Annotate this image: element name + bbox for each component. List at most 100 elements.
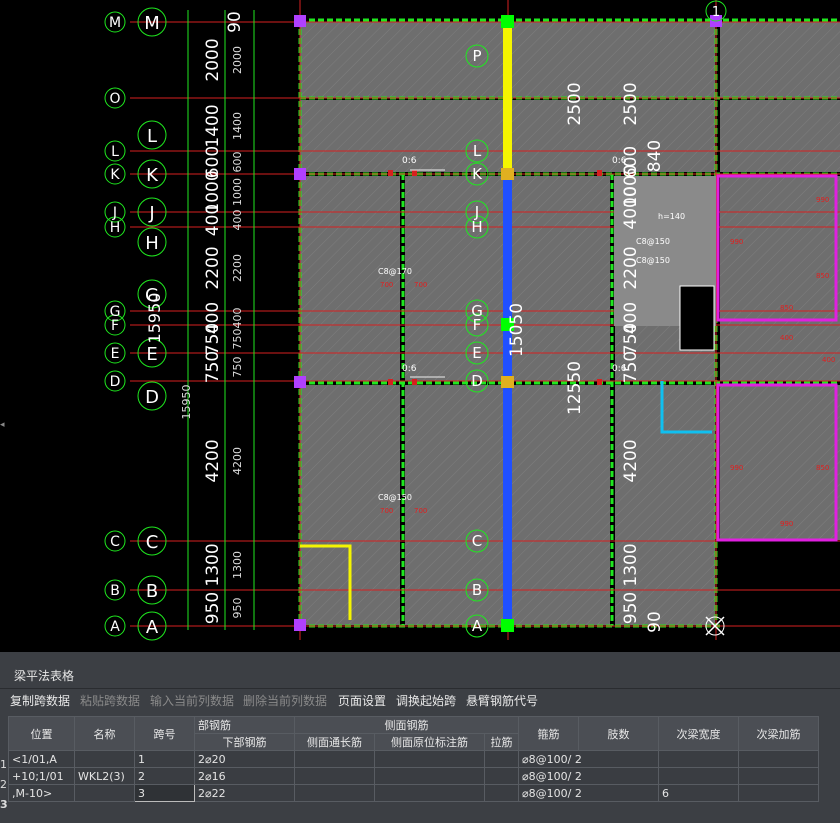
row-number[interactable]: 2 <box>0 778 7 791</box>
cell-stirrup[interactable]: ⌀8@100/ 2 <box>518 767 659 785</box>
dimension-text: 1400 <box>203 104 223 147</box>
cell-tie[interactable] <box>484 750 519 768</box>
axis-label: C <box>472 532 482 550</box>
dimension-text: 2000 <box>203 38 223 81</box>
bar-note: 0:6 <box>402 156 417 166</box>
axis-circle-label: D <box>145 387 159 408</box>
beam-table: 位置 名称 跨号 部钢筋 侧面钢筋 箍筋 肢数 次梁宽度 次梁加筋 下部钢筋 侧… <box>8 716 819 802</box>
axis-label: B <box>110 583 120 599</box>
row-number[interactable]: 3 <box>0 798 8 811</box>
cell-sec-width[interactable]: 6 <box>658 784 739 802</box>
cell-name[interactable] <box>74 784 135 802</box>
axis-label: L <box>111 144 119 160</box>
right-mark: 990 <box>730 238 743 246</box>
axis-label: K <box>110 167 120 183</box>
axis-circle-label: C <box>146 532 159 553</box>
cell-sec-width[interactable] <box>658 750 739 768</box>
bar-note: 0:6 <box>612 364 627 374</box>
cell-position[interactable]: +10;1/01 <box>8 767 75 785</box>
header-stirrup[interactable]: 箍筋 <box>518 716 579 751</box>
axis-label: B <box>472 581 482 599</box>
dimension-text: 400 <box>203 204 223 236</box>
cell-stirrup[interactable]: ⌀8@100/ 2 <box>518 750 659 768</box>
dimension-text: 90 <box>225 11 245 33</box>
total-dimension: 15950 <box>145 293 164 344</box>
axis-circle-label: E <box>146 344 157 365</box>
cell-side-through[interactable] <box>294 784 375 802</box>
slab-rebar-note: C8@150 <box>636 237 670 246</box>
axis-label: F <box>111 318 119 334</box>
cell-span[interactable]: 1 <box>134 750 195 768</box>
axis-label: F <box>473 316 482 334</box>
cell-sec-width[interactable] <box>658 767 739 785</box>
cell-side-mark[interactable] <box>374 784 485 802</box>
delete-column-button[interactable]: 删除当前列数据 <box>243 692 327 709</box>
axis-circle-label: J <box>148 203 154 224</box>
header-name[interactable]: 名称 <box>74 716 135 751</box>
total-dimension: 15950 <box>180 385 193 420</box>
header-bottom-bar[interactable]: 下部钢筋 <box>194 733 295 751</box>
right-mark: 990 <box>816 196 829 204</box>
header-sec-add[interactable]: 次梁加筋 <box>738 716 819 751</box>
dimension-text: 400 <box>231 210 244 231</box>
dimension-text: 1300 <box>231 551 244 579</box>
cad-drawing-canvas[interactable]: M O L K J H G F E D C B A M L K J H G E … <box>0 0 840 652</box>
table-toolbar: 复制跨数据 粘贴跨数据 输入当前列数据 删除当前列数据 页面设置 调换起始跨 悬… <box>0 688 840 712</box>
table-row[interactable]: <1/01,A 1 2⌀20 ⌀8@100/ 2 <box>8 750 819 768</box>
row-number[interactable]: 1 <box>0 758 7 771</box>
header-side-group[interactable]: 侧面钢筋 <box>294 716 519 734</box>
cell-span[interactable]: 2 <box>134 767 195 785</box>
header-bottom-group[interactable]: 部钢筋 <box>194 716 295 734</box>
header-side-mark[interactable]: 侧面原位标注筋 <box>374 733 485 751</box>
header-tie[interactable]: 拉筋 <box>484 733 519 751</box>
cell-span-active[interactable]: 3 <box>134 784 195 802</box>
dimension-text: 2500 <box>621 82 641 125</box>
cell-tie[interactable] <box>484 767 519 785</box>
cell-sec-add[interactable] <box>738 767 819 785</box>
dimension-text: 750 <box>231 357 244 378</box>
header-span[interactable]: 跨号 <box>134 716 195 751</box>
cell-bottom[interactable]: 2⌀20 <box>194 750 295 768</box>
axis-circle-label: L <box>147 126 157 147</box>
axis-label: O <box>109 91 120 107</box>
header-side-through[interactable]: 侧面通长筋 <box>294 733 375 751</box>
paste-span-button[interactable]: 粘贴跨数据 <box>80 692 140 709</box>
dimension-text: 2200 <box>203 246 223 289</box>
header-sec-width[interactable]: 次梁宽度 <box>658 716 739 751</box>
cell-bottom[interactable]: 2⌀16 <box>194 767 295 785</box>
header-legs[interactable]: 肢数 <box>578 716 659 751</box>
right-mark: 400 <box>780 334 793 342</box>
copy-span-button[interactable]: 复制跨数据 <box>10 692 70 709</box>
bar-note: 0:6 <box>402 364 417 374</box>
dimension-text: 750 <box>621 323 641 355</box>
cell-tie[interactable] <box>484 784 519 802</box>
cell-position[interactable]: <1/01,A <box>8 750 75 768</box>
hole-label: h=140 <box>658 212 685 221</box>
cell-side-through[interactable] <box>294 767 375 785</box>
page-setup-button[interactable]: 页面设置 <box>338 692 386 709</box>
cell-name[interactable]: WKL2(3) <box>74 767 135 785</box>
cantilever-code-button[interactable]: 悬臂钢筋代号 <box>466 692 538 709</box>
header-position[interactable]: 位置 <box>8 716 75 751</box>
cell-stirrup[interactable]: ⌀8@100/ 2 <box>518 784 659 802</box>
cell-sec-add[interactable] <box>738 784 819 802</box>
cell-side-mark[interactable] <box>374 750 485 768</box>
axis-label: 1 <box>712 5 720 20</box>
cell-side-through[interactable] <box>294 750 375 768</box>
table-row[interactable]: +10;1/01 WKL2(3) 2 2⌀16 ⌀8@100/ 2 <box>8 767 819 785</box>
axis-label: D <box>471 372 483 390</box>
cell-sec-add[interactable] <box>738 750 819 768</box>
slab-small-mark: 700 <box>414 507 427 515</box>
cell-name[interactable] <box>74 750 135 768</box>
cell-position[interactable]: ,M-10> <box>8 784 75 802</box>
right-mark: 400 <box>822 356 835 364</box>
cell-bottom[interactable]: 2⌀22 <box>194 784 295 802</box>
floor-plan-drawing: M O L K J H G F E D C B A M L K J H G E … <box>104 0 840 641</box>
panel-grip-icon[interactable]: ◂ <box>0 420 6 436</box>
cell-side-mark[interactable] <box>374 767 485 785</box>
table-row[interactable]: ,M-10> 3 2⌀22 ⌀8@100/ 2 6 <box>8 784 819 802</box>
right-mark: 990 <box>780 520 793 528</box>
axis-label: A <box>110 619 120 635</box>
input-column-button[interactable]: 输入当前列数据 <box>150 692 234 709</box>
swap-start-span-button[interactable]: 调换起始跨 <box>396 692 456 709</box>
